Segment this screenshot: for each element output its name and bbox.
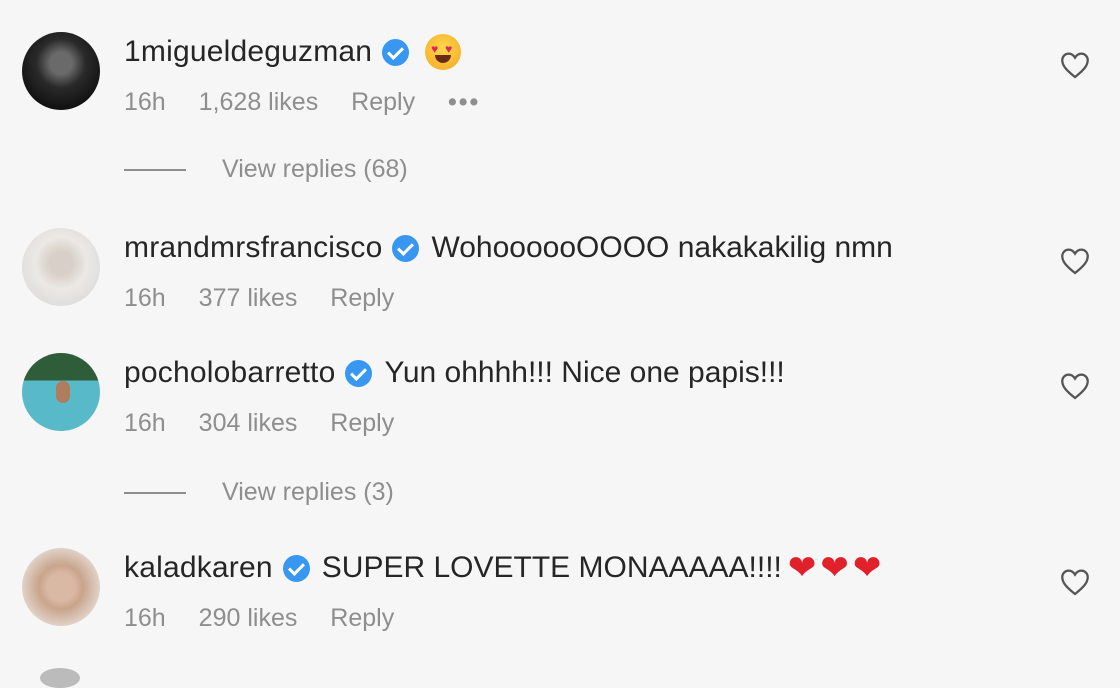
comment-username[interactable]: 1migueldeguzman (124, 35, 372, 69)
view-replies-label: View replies (68) (222, 155, 408, 183)
comment-username[interactable]: kaladkaren (124, 551, 273, 585)
comment-likes[interactable]: 304 likes (199, 409, 298, 437)
heart-outline-icon[interactable] (1058, 369, 1092, 403)
verified-badge-icon (345, 359, 373, 387)
avatar[interactable] (22, 353, 100, 431)
heart-outline-icon[interactable] (1058, 565, 1092, 599)
comment-likes[interactable]: 377 likes (199, 284, 298, 312)
heart-eyes-emoji-icon: ♥ ♥ (425, 34, 462, 70)
heart-outline-icon[interactable] (1058, 48, 1092, 82)
heart-outline-icon[interactable] (1058, 244, 1092, 278)
comment-text: WohoooooOOOO nakakakilig nmn (431, 231, 893, 264)
comment-username[interactable]: pocholobarretto (124, 356, 335, 390)
avatar[interactable] (22, 228, 100, 306)
reply-button[interactable]: Reply (330, 604, 394, 632)
comment-text: SUPER LOVETTE MONAAAAA!!!! (321, 551, 782, 584)
avatar[interactable] (22, 32, 100, 110)
comment-time: 16h (124, 284, 166, 312)
comment-time: 16h (124, 409, 166, 437)
divider (124, 168, 186, 171)
comment-text: Yun ohhhh!!! Nice one papis!!! (384, 356, 785, 389)
comment-likes[interactable]: 1,628 likes (199, 88, 319, 116)
verified-badge-icon (282, 554, 310, 582)
verified-badge-icon (382, 38, 410, 66)
reply-button[interactable]: Reply (351, 88, 415, 116)
reply-button[interactable]: Reply (330, 409, 394, 437)
view-replies-button[interactable]: View replies (68) (124, 155, 408, 184)
comment-time: 16h (124, 88, 166, 116)
avatar[interactable] (40, 668, 80, 688)
verified-badge-icon (392, 234, 420, 262)
comment-username[interactable]: mrandmrsfrancisco (124, 231, 382, 265)
divider (124, 491, 186, 494)
comment-likes[interactable]: 290 likes (199, 604, 298, 632)
view-replies-label: View replies (3) (222, 478, 394, 506)
more-options-button[interactable]: ••• (448, 88, 480, 116)
avatar[interactable] (22, 548, 100, 626)
red-heart-emoji-icon: ❤❤❤ (787, 549, 886, 587)
comment-time: 16h (124, 604, 166, 632)
reply-button[interactable]: Reply (330, 284, 394, 312)
view-replies-button[interactable]: View replies (3) (124, 478, 394, 507)
